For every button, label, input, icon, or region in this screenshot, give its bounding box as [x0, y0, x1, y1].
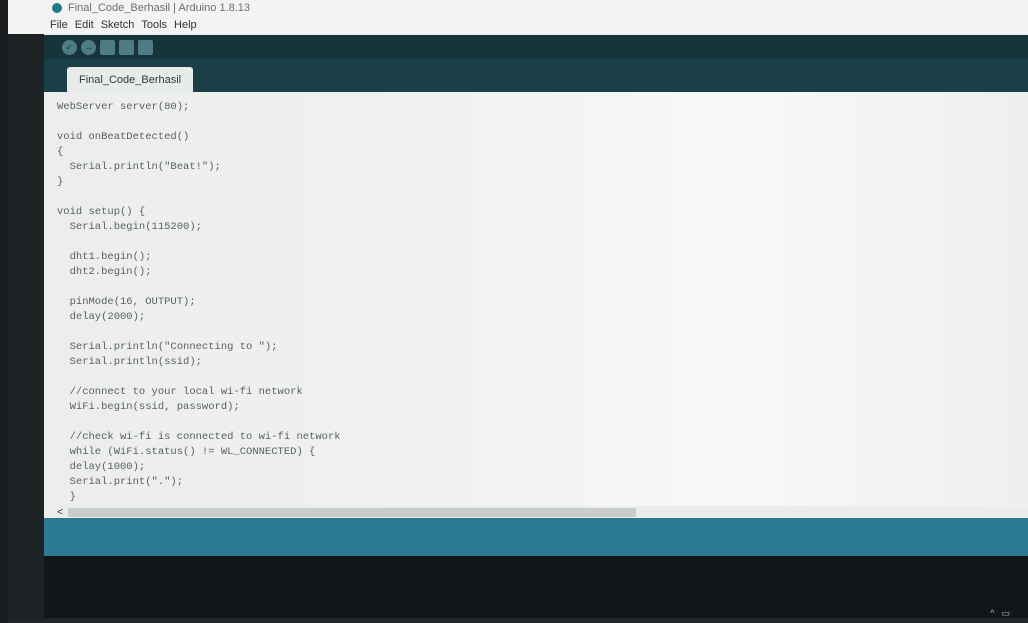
- network-icon[interactable]: ▭: [1001, 608, 1010, 619]
- code-line: void onBeatDetected(): [57, 131, 190, 143]
- taskbar: ^ ▭: [8, 608, 1028, 623]
- code-line: WiFi.begin(ssid, password);: [57, 401, 240, 413]
- chevron-up-icon[interactable]: ^: [990, 608, 994, 619]
- code-line: WebServer server(80);: [57, 101, 190, 113]
- status-bar: [44, 518, 1028, 556]
- tab-sketch[interactable]: Final_Code_Berhasil: [67, 67, 194, 92]
- open-icon[interactable]: [119, 39, 134, 55]
- code-line: Serial.println(ssid);: [57, 356, 202, 368]
- code-line: while (WiFi.status() != WL_CONNECTED) {: [57, 446, 316, 458]
- arduino-logo-icon: [52, 3, 62, 13]
- screen: Final_Code_Berhasil | Arduino 1.8.13 Fil…: [8, 0, 1028, 623]
- code-line: delay(1000);: [57, 461, 146, 473]
- code-line: //check wi-fi is connected to wi-fi netw…: [57, 431, 341, 443]
- menu-edit[interactable]: Edit: [75, 19, 94, 31]
- window-title: Final_Code_Berhasil | Arduino 1.8.13: [68, 2, 251, 14]
- code-line: void setup() {: [57, 206, 146, 218]
- code-line: Serial.begin(115200);: [57, 221, 202, 233]
- title-bar: Final_Code_Berhasil | Arduino 1.8.13: [8, 0, 1028, 16]
- new-icon[interactable]: [100, 39, 115, 55]
- menu-file[interactable]: File: [50, 19, 68, 31]
- menu-sketch[interactable]: Sketch: [101, 19, 135, 31]
- code-line: Serial.println("Connecting to ");: [57, 341, 278, 353]
- upload-icon[interactable]: →: [81, 39, 96, 55]
- left-bezel: [8, 34, 44, 623]
- code-line: //connect to your local wi-fi network: [57, 386, 303, 398]
- code-line: dht2.begin();: [57, 266, 152, 278]
- tab-strip: Final_Code_Berhasil: [44, 59, 1028, 92]
- menu-bar: File Edit Sketch Tools Help: [8, 16, 1028, 34]
- menu-help[interactable]: Help: [174, 19, 197, 31]
- code-line: delay(2000);: [57, 311, 146, 323]
- console-output: [44, 556, 1028, 618]
- code-line: pinMode(16, OUTPUT);: [57, 296, 196, 308]
- code-editor[interactable]: WebServer server(80); void onBeatDetecte…: [54, 92, 1028, 506]
- horizontal-scrollbar[interactable]: <: [54, 506, 1028, 518]
- code-line: }: [57, 176, 64, 188]
- verify-icon[interactable]: ✓: [62, 39, 77, 55]
- scrollbar-thumb[interactable]: [68, 507, 636, 517]
- code-line: Serial.println("Beat!");: [57, 161, 221, 173]
- code-line: Serial.print(".");: [57, 476, 184, 488]
- code-line: dht1.begin();: [57, 251, 152, 263]
- save-icon[interactable]: [138, 39, 153, 55]
- system-tray: ^ ▭: [990, 608, 1010, 619]
- toolbar: ✓ →: [44, 35, 1028, 59]
- code-line: }: [57, 491, 76, 503]
- scroll-left-icon[interactable]: <: [54, 507, 66, 518]
- code-line: {: [57, 146, 64, 158]
- menu-tools[interactable]: Tools: [141, 19, 167, 31]
